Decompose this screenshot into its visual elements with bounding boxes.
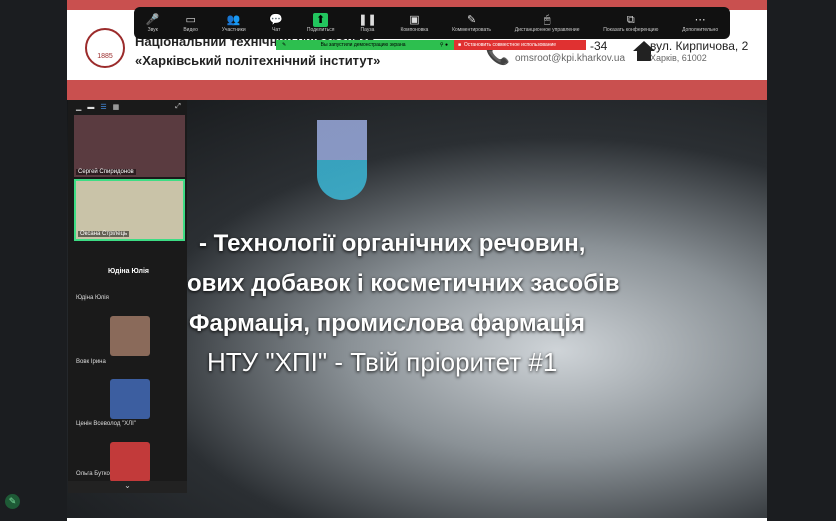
toolbar-label: Поделиться — [306, 27, 335, 33]
chat-icon: 💬 — [269, 14, 284, 26]
toolbar-button-chat[interactable]: 💬 Чат — [269, 13, 283, 33]
toolbar-label: Видео — [183, 27, 198, 33]
logo-text: 1885 — [97, 53, 113, 60]
video-tile-active[interactable]: Оксана Стрілець — [74, 179, 185, 241]
nav-band — [67, 80, 767, 100]
show-meeting-icon: ⧉ — [626, 14, 635, 26]
email-link[interactable]: omsroot@kpi.kharkov.ua — [515, 53, 625, 64]
layout-icon: ▣ — [409, 14, 420, 26]
toolbar-button-more[interactable]: ⋯ Дополнительно — [682, 13, 718, 33]
toolbar-label: Показать конференцию — [603, 27, 659, 33]
toolbar-label: Компоновка — [400, 27, 429, 33]
avatar — [110, 379, 150, 419]
annotate-icon: ✎ — [466, 14, 477, 26]
toolbar-button-participants[interactable]: 👥 Участники — [222, 13, 246, 33]
toolbar-button-remote-control[interactable]: 🖱 Дистанционное управление — [515, 13, 580, 33]
participant-name: Ценін Всеволод "ХЛІ" — [76, 421, 136, 427]
toolbar-button-share[interactable]: ⬆ Поделиться — [306, 13, 335, 33]
slide-line-4: НТУ "ХПІ" - Твій пріоритет #1 — [207, 347, 558, 377]
panel-view-controls: ▁ ▬ ☰ ▦ ⤢ — [68, 100, 187, 114]
toolbar-label: Звук — [147, 27, 158, 33]
stop-share-button[interactable]: ■ Остановить совместное использование — [454, 40, 586, 50]
toolbar-button-pause[interactable]: ❚❚ Пауза — [358, 13, 376, 33]
toolbar-button-layout[interactable]: ▣ Компоновка — [400, 13, 428, 33]
toolbar-button-video[interactable]: ▭ Видео — [183, 13, 198, 33]
share-icon: ⬆ — [313, 13, 329, 27]
slide-line-2: ових добавок і косметичних засобів — [187, 270, 620, 297]
participants-icon: 👥 — [226, 14, 241, 26]
participant-name: Оксана Стрілець — [78, 231, 130, 237]
participant-name: Сергей Спиридонов — [76, 169, 136, 175]
avatar — [110, 442, 150, 482]
toolbar-label: Пауза — [360, 27, 375, 33]
toolbar-label: Чат — [272, 27, 281, 33]
slide-line-3: Фармація, промислова фармація — [189, 310, 586, 337]
minimize-icon[interactable]: ▁ — [76, 103, 81, 111]
toolbar-label: Дополнительно — [682, 27, 719, 33]
toolbar-button-show-meeting[interactable]: ⧉ Показать конференцию — [603, 13, 658, 33]
toolbar-button-mic-off[interactable]: 🎤 Звук — [146, 13, 160, 33]
stop-share-label: Остановить совместное использование — [463, 42, 557, 48]
phone-number: -34 — [590, 39, 608, 53]
flask-image — [317, 120, 367, 200]
remote-control-icon: 🖱 — [543, 14, 551, 26]
slide-line-1: - Технології органічних речовин, — [199, 230, 586, 257]
strip-view-icon[interactable]: ☰ — [100, 103, 106, 111]
toolbar-button-annotate[interactable]: ✎ Комментировать — [452, 13, 491, 33]
expand-icon[interactable]: ⤢ — [175, 103, 181, 111]
participant-name: Юдіна Юлія — [76, 295, 109, 301]
toolbar-label: Дистанционное управление — [514, 27, 580, 33]
city: Харків, 61002 — [650, 53, 707, 63]
pause-icon: ❚❚ — [358, 14, 377, 26]
single-view-icon[interactable]: ▬ — [87, 104, 94, 111]
participant-name: Ольга Бутко — [76, 471, 110, 477]
mic-off-icon: 🎤 — [145, 14, 160, 26]
university-logo[interactable]: 1885 — [85, 28, 125, 68]
more-icon: ⋯ — [694, 14, 706, 26]
scroll-down-icon[interactable]: ⌄ — [68, 481, 187, 493]
address: вул. Кирпичова, 2 — [650, 39, 749, 53]
avatar — [110, 316, 150, 356]
meeting-toolbar: 🎤 Звук ▭ Видео 👥 Участники 💬 Чат ⬆ Поделиться ❚❚ Па… — [134, 7, 730, 39]
video-tile[interactable]: Сергей Спиридонов — [74, 115, 185, 177]
speaker-label: Юдіна Юлія — [108, 268, 150, 275]
sharing-text: Вы запустили демонстрацию экрана — [320, 42, 406, 48]
video-icon: ▭ — [185, 14, 196, 26]
toolbar-label: Участники — [221, 27, 246, 33]
title-line-2: «Харківський політехнічний інститут» — [135, 53, 381, 68]
phone-icon: ✎ — [282, 42, 287, 48]
pin-icon[interactable]: ⚲ ● — [440, 42, 448, 48]
toolbar-label: Комментировать — [452, 27, 492, 33]
participants-panel: ▁ ▬ ☰ ▦ ⤢ Сергей Спиридонов Оксана Стрілець … — [68, 100, 187, 493]
sharing-banner: ✎ Вы запустили демонстрацию экрана ⚲ ● — [276, 40, 454, 50]
participant-name: Вовк Ірина — [76, 359, 106, 365]
grid-view-icon[interactable]: ▦ — [113, 103, 120, 111]
status-icon[interactable]: ✎ — [5, 494, 20, 509]
